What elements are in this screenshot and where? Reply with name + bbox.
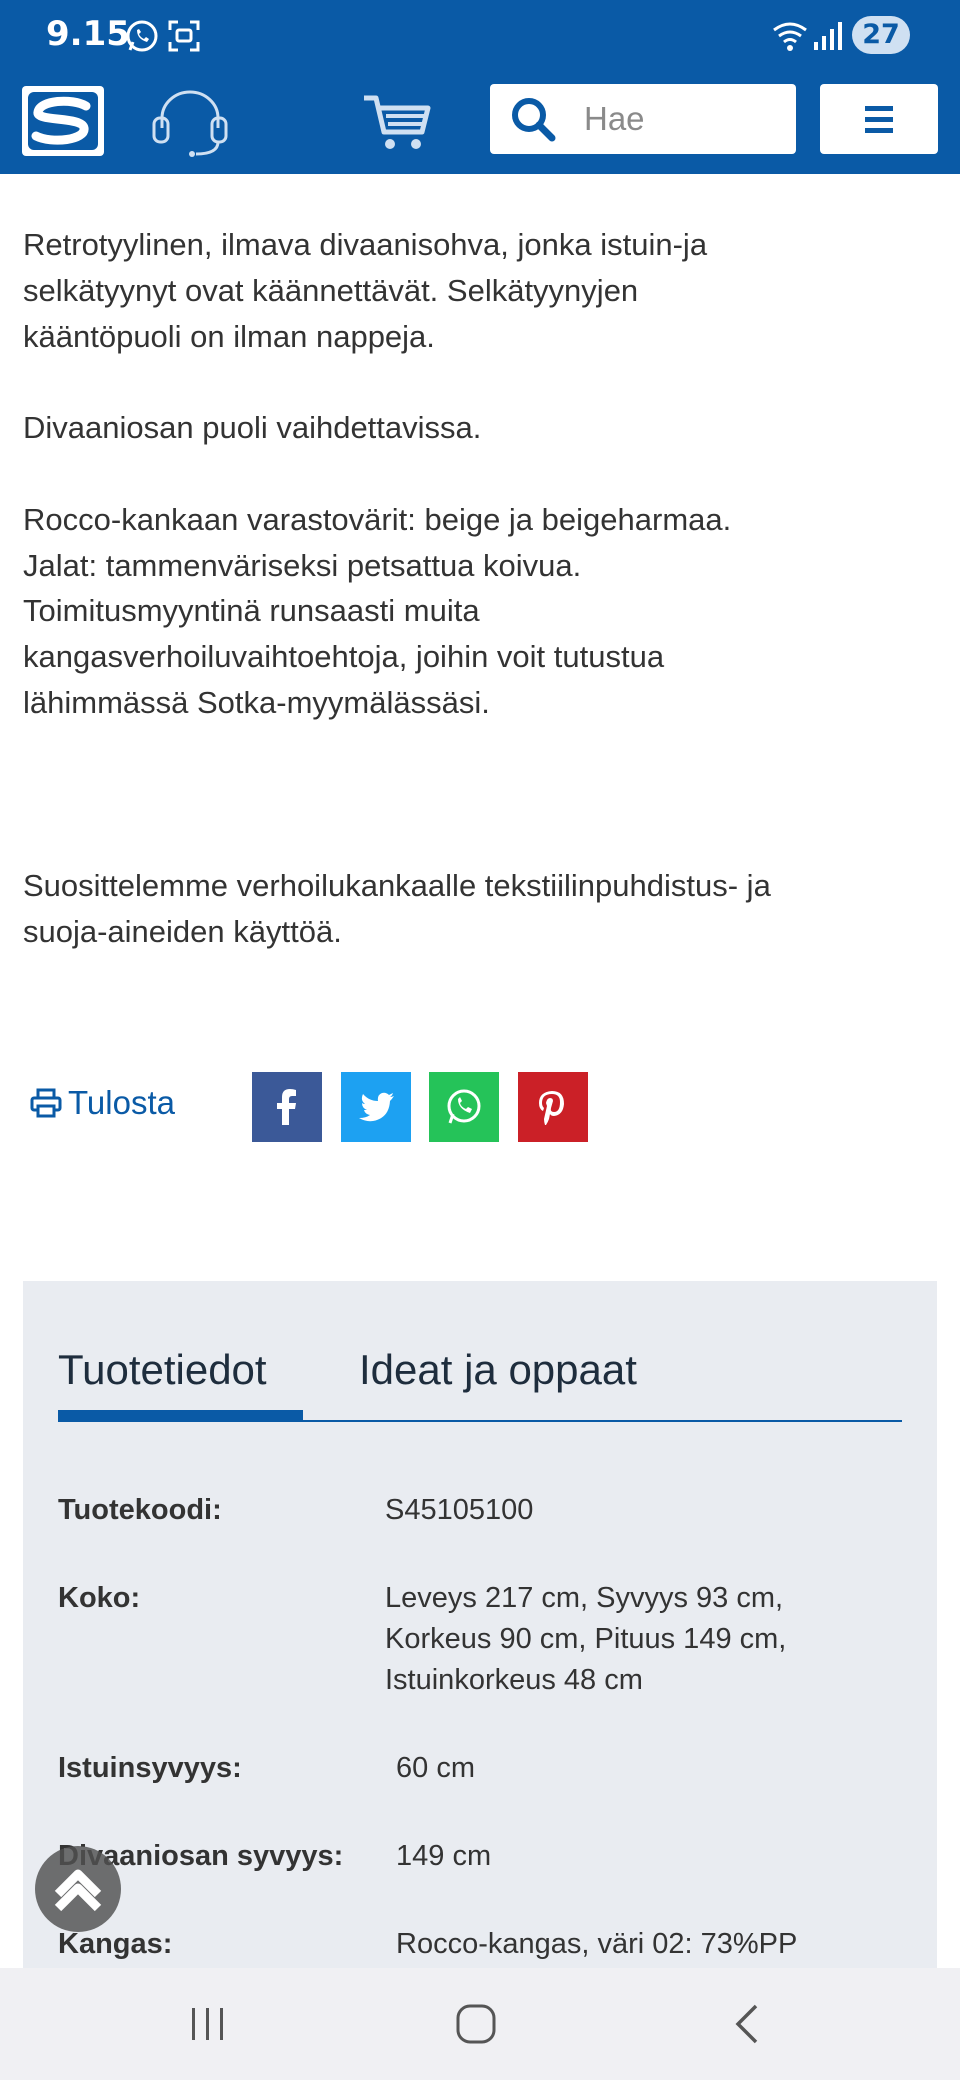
pinterest-share-button[interactable]: [518, 1072, 588, 1142]
tab-underline: [58, 1420, 902, 1422]
sotka-logo[interactable]: [22, 86, 104, 156]
product-tabs: Tuotetiedot Ideat ja oppaat: [58, 1340, 902, 1424]
spec-key: Koko:: [58, 1582, 141, 1614]
spec-value: 60 cm: [396, 1752, 475, 1784]
spec-value: Leveys 217 cm, Syvyys 93 cm, Korkeus 90 …: [385, 1578, 905, 1701]
search-box[interactable]: [490, 84, 796, 154]
whatsapp-share-button[interactable]: [429, 1072, 499, 1142]
print-label: Tulosta: [68, 1084, 175, 1121]
spec-key: Tuotekoodi:: [58, 1494, 222, 1526]
customer-service-headset-icon[interactable]: [148, 88, 232, 158]
active-tab-indicator: [58, 1410, 303, 1420]
spec-value-line: Istuinkorkeus 48 cm: [385, 1664, 643, 1696]
facebook-icon: [277, 1089, 296, 1125]
status-bar: 9.15 27: [0, 0, 960, 72]
facebook-share-button[interactable]: [252, 1072, 322, 1142]
spec-value-line: Korkeus 90 cm, Pituus 149 cm,: [385, 1623, 787, 1655]
whatsapp-icon: [447, 1089, 481, 1124]
description-line: lähimmässä Sotka-myymälässäsi.: [23, 684, 490, 720]
app-header: 9.15 27: [0, 0, 960, 174]
spec-key: Kangas:: [58, 1928, 173, 1960]
tab-product-details[interactable]: Tuotetiedot: [58, 1346, 267, 1394]
whatsapp-notification-icon: [124, 18, 160, 54]
spec-value-line: Leveys 217 cm, Syvyys 93 cm,: [385, 1582, 784, 1614]
description-line: selkätyynyt ovat käännettävät. Selkätyyn…: [23, 272, 639, 308]
scroll-to-top-button[interactable]: [35, 1846, 121, 1932]
description-line: Jalat: tammenväriseksi petsattua koivua.: [23, 547, 582, 583]
system-navigation-bar: [0, 1968, 960, 2080]
search-input[interactable]: [582, 94, 786, 144]
twitter-share-button[interactable]: [341, 1072, 411, 1142]
description-line: kääntöpuoli on ilman nappeja.: [23, 318, 435, 354]
spec-value: S45105100: [385, 1494, 534, 1526]
product-description: Retrotyylinen, ilmava divaanisohva, jonk…: [23, 222, 943, 954]
signal-icon: [812, 18, 848, 54]
description-line: Rocco-kankaan varastovärit: beige ja bei…: [23, 501, 732, 537]
description-line: Retrotyylinen, ilmava divaanisohva, jonk…: [23, 227, 708, 262]
spec-value: Rocco-kangas, väri 02: 73%PP: [396, 1928, 798, 1960]
home-icon[interactable]: [446, 1998, 506, 2050]
wifi-icon: [772, 18, 808, 54]
shopping-cart-icon[interactable]: [352, 88, 436, 158]
pinterest-icon: [539, 1091, 564, 1125]
tab-ideas-and-guides[interactable]: Ideat ja oppaat: [359, 1346, 637, 1394]
description-line: kangasverhoiluvaihtoehtoja, joihin voit …: [23, 639, 665, 675]
spec-key: Istuinsyvyys:: [58, 1752, 242, 1784]
twitter-icon: [359, 1092, 394, 1122]
search-icon[interactable]: [510, 96, 558, 142]
status-time: 9.15: [46, 14, 130, 54]
hamburger-icon: [865, 106, 893, 133]
description-line: Divaaniosan puoli vaihdettavissa.: [23, 410, 482, 446]
hamburger-menu-button[interactable]: [820, 84, 938, 154]
share-toolbar: Tulosta: [0, 1070, 960, 1142]
battery-indicator: 27: [852, 16, 910, 54]
description-line: suoja-aineiden käyttöä.: [23, 913, 342, 949]
back-icon[interactable]: [718, 1998, 778, 2050]
spec-value: 149 cm: [396, 1840, 492, 1872]
description-line: Toimitusmyyntinä runsaasti muita: [23, 593, 480, 629]
description-line: Suosittelemme verhoilukankaalle tekstiil…: [23, 867, 771, 903]
printer-icon: [30, 1088, 62, 1118]
screenshot-notification-icon: [166, 18, 202, 54]
recent-apps-icon[interactable]: [178, 1998, 238, 2050]
chevron-up-icon: [54, 1869, 102, 1912]
print-link[interactable]: Tulosta: [30, 1084, 175, 1122]
